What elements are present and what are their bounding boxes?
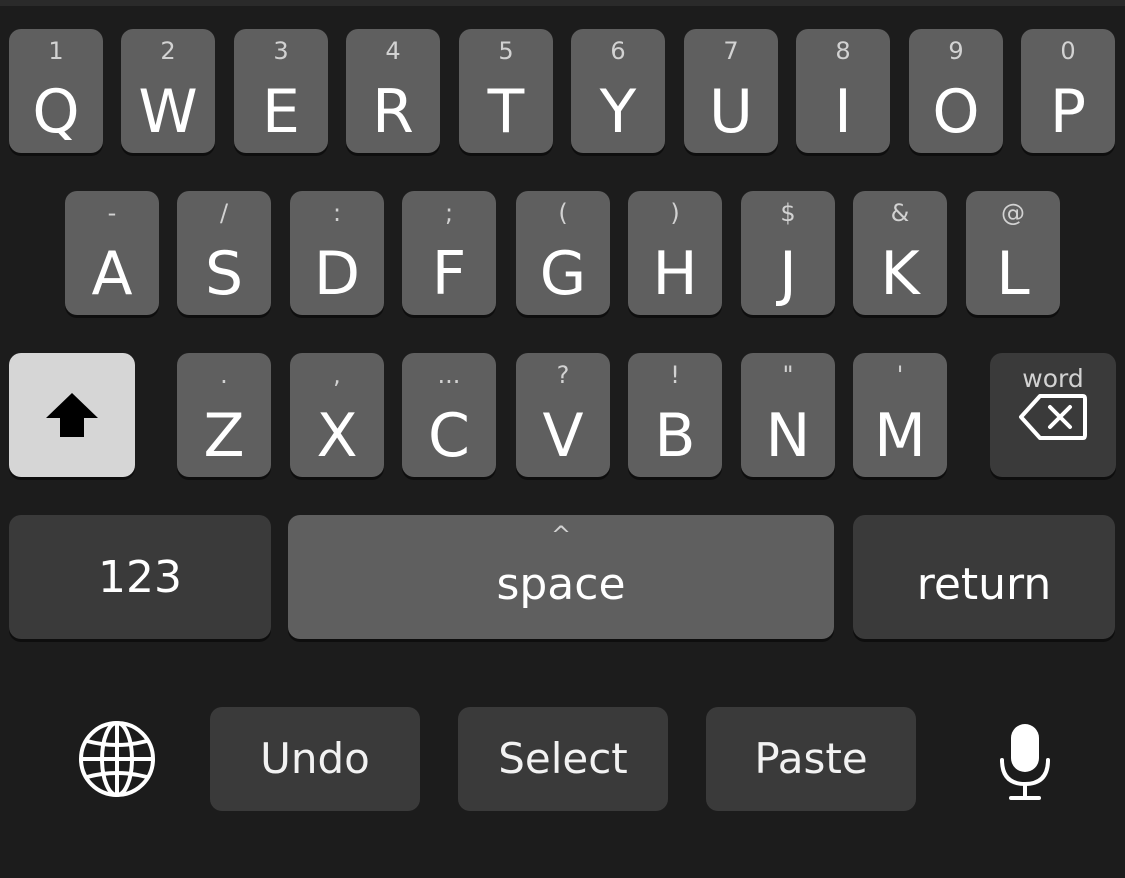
key-letter: R xyxy=(372,77,414,147)
return-key-label: return xyxy=(916,559,1052,610)
key-letter: P xyxy=(1049,77,1087,147)
key-hint: 6 xyxy=(610,37,626,65)
key-k[interactable]: & K xyxy=(853,191,947,315)
key-hint: 1 xyxy=(48,37,64,65)
key-letter: N xyxy=(765,401,811,471)
key-hint: , xyxy=(333,361,341,389)
key-hint: . xyxy=(220,361,228,389)
key-t[interactable]: 5 T xyxy=(459,29,553,153)
key-letter: Z xyxy=(203,401,245,471)
key-letter: O xyxy=(932,77,980,147)
key-hint: ; xyxy=(444,199,454,227)
key-r[interactable]: 4 R xyxy=(346,29,440,153)
key-hint: / xyxy=(219,199,229,227)
numbers-key[interactable]: 123 xyxy=(9,515,271,639)
delete-key[interactable]: word xyxy=(990,353,1116,477)
key-letter: L xyxy=(996,239,1030,309)
key-hint: 5 xyxy=(498,37,514,65)
undo-button[interactable]: Undo xyxy=(210,707,420,811)
key-letter: C xyxy=(428,401,470,471)
key-hint: @ xyxy=(1001,199,1025,227)
key-m[interactable]: ' M xyxy=(853,353,947,477)
key-y[interactable]: 6 Y xyxy=(571,29,665,153)
delete-word-hint: word xyxy=(1022,364,1084,393)
key-letter: M xyxy=(874,401,926,471)
paste-button[interactable]: Paste xyxy=(706,707,916,811)
key-letter: T xyxy=(487,77,525,147)
key-letter: G xyxy=(539,239,587,309)
space-hint: ^ xyxy=(550,521,572,549)
key-hint: 9 xyxy=(948,37,964,65)
key-hint: : xyxy=(332,199,342,227)
key-x[interactable]: , X xyxy=(290,353,384,477)
keyboard-top-border xyxy=(0,0,1125,6)
key-hint: " xyxy=(782,361,794,389)
key-letter: V xyxy=(542,401,584,471)
key-n[interactable]: " N xyxy=(741,353,835,477)
shift-key[interactable] xyxy=(9,353,135,477)
key-q[interactable]: 1 Q xyxy=(9,29,103,153)
key-hint: & xyxy=(890,199,910,227)
undo-label: Undo xyxy=(260,734,370,783)
select-label: Select xyxy=(498,734,628,783)
delete-backward-icon xyxy=(1019,394,1087,440)
key-letter: E xyxy=(262,77,300,147)
key-hint: $ xyxy=(780,199,796,227)
key-hint: 0 xyxy=(1060,37,1076,65)
key-s[interactable]: / S xyxy=(177,191,271,315)
key-hint: 2 xyxy=(160,37,176,65)
key-l[interactable]: @ L xyxy=(966,191,1060,315)
key-letter: K xyxy=(880,239,920,309)
key-hint: ) xyxy=(670,199,680,227)
key-v[interactable]: ? V xyxy=(516,353,610,477)
key-hint: ... xyxy=(437,361,461,389)
key-letter: A xyxy=(91,239,133,309)
key-j[interactable]: $ J xyxy=(741,191,835,315)
key-hint: 3 xyxy=(273,37,289,65)
key-letter: Y xyxy=(599,77,637,147)
key-hint: 8 xyxy=(835,37,851,65)
space-key[interactable]: ^ space xyxy=(288,515,834,639)
key-letter: W xyxy=(138,77,198,147)
globe-icon[interactable] xyxy=(77,719,157,799)
key-h[interactable]: ) H xyxy=(628,191,722,315)
key-z[interactable]: . Z xyxy=(177,353,271,477)
key-f[interactable]: ; F xyxy=(402,191,496,315)
key-o[interactable]: 9 O xyxy=(909,29,1003,153)
select-button[interactable]: Select xyxy=(458,707,668,811)
key-d[interactable]: : D xyxy=(290,191,384,315)
key-hint: ' xyxy=(896,361,904,389)
key-hint: ! xyxy=(670,361,680,389)
key-hint: - xyxy=(107,199,117,227)
return-key[interactable]: return xyxy=(853,515,1115,639)
key-g[interactable]: ( G xyxy=(516,191,610,315)
key-letter: Q xyxy=(32,77,80,147)
key-letter: H xyxy=(652,239,698,309)
key-hint: 7 xyxy=(723,37,739,65)
key-w[interactable]: 2 W xyxy=(121,29,215,153)
key-letter: I xyxy=(834,77,852,147)
numbers-key-label: 123 xyxy=(98,552,182,603)
key-letter: U xyxy=(709,77,753,147)
key-e[interactable]: 3 E xyxy=(234,29,328,153)
key-letter: B xyxy=(654,401,696,471)
key-p[interactable]: 0 P xyxy=(1021,29,1115,153)
key-i[interactable]: 8 I xyxy=(796,29,890,153)
key-letter: X xyxy=(316,401,358,471)
paste-label: Paste xyxy=(754,734,868,783)
key-letter: J xyxy=(779,239,797,309)
space-key-label: space xyxy=(496,559,626,610)
microphone-icon[interactable] xyxy=(998,722,1052,802)
key-c[interactable]: ... C xyxy=(402,353,496,477)
key-u[interactable]: 7 U xyxy=(684,29,778,153)
key-hint: 4 xyxy=(385,37,401,65)
key-hint: ( xyxy=(558,199,568,227)
key-letter: F xyxy=(431,239,467,309)
shift-arrow-icon xyxy=(46,393,98,437)
key-hint: ? xyxy=(556,361,570,389)
key-letter: D xyxy=(313,239,361,309)
key-a[interactable]: - A xyxy=(65,191,159,315)
key-letter: S xyxy=(204,239,244,309)
key-b[interactable]: ! B xyxy=(628,353,722,477)
